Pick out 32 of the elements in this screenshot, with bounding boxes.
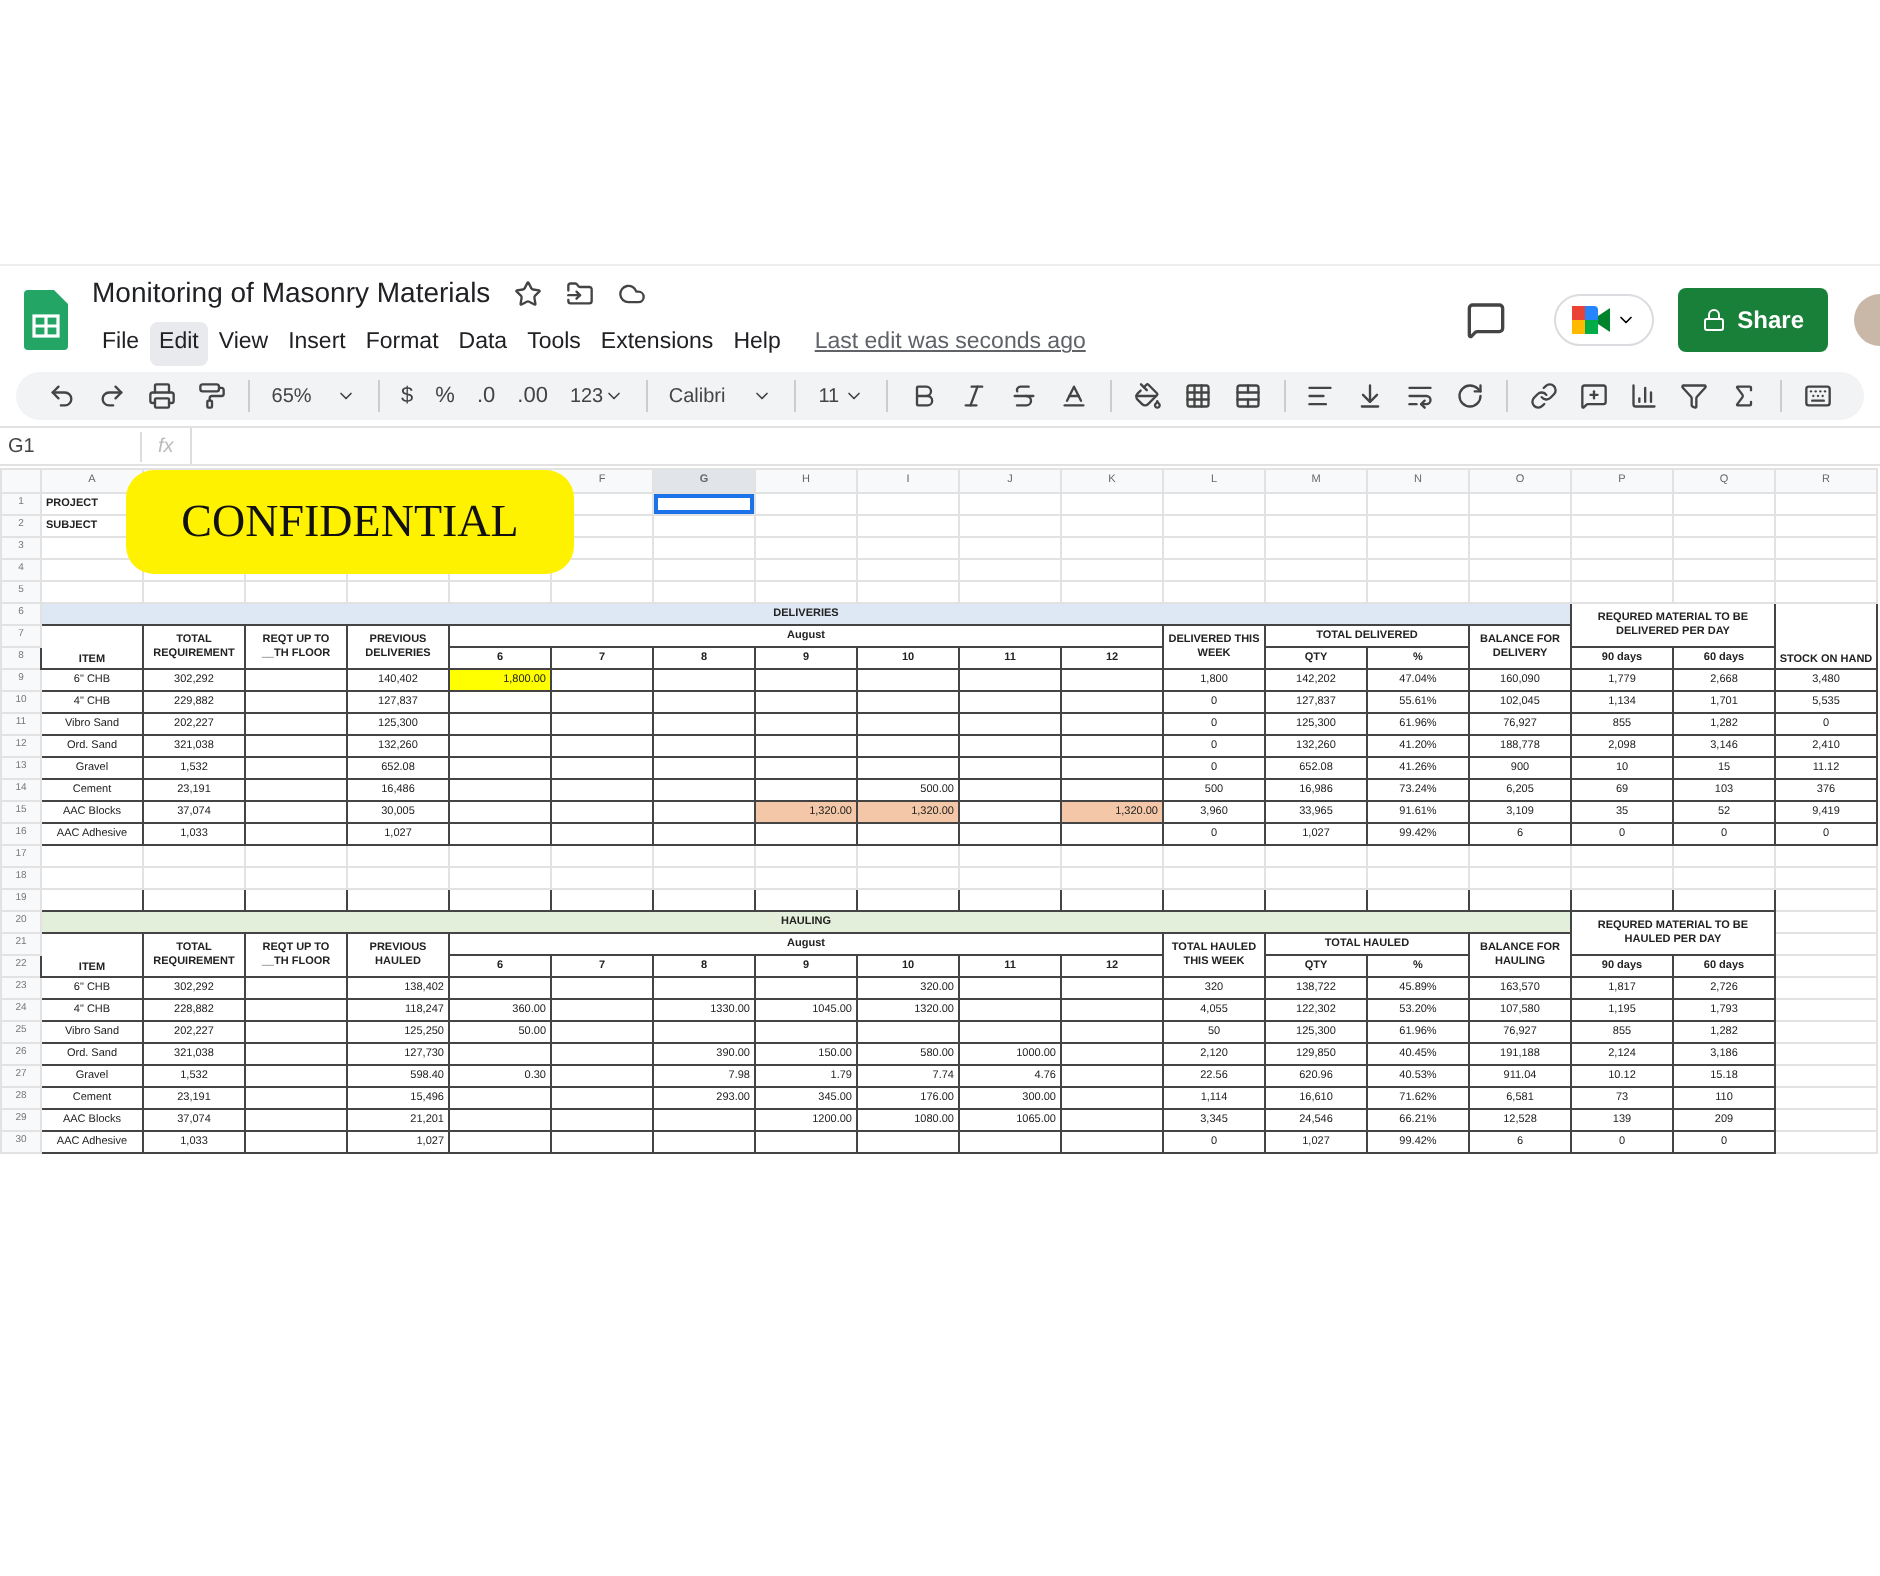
document-title[interactable]: Monitoring of Masonry Materials <box>92 272 491 315</box>
move-icon[interactable] <box>566 279 595 308</box>
formula-label: fx <box>140 431 190 461</box>
font-dropdown[interactable]: Calibri <box>660 381 781 411</box>
decrease-decimal-button[interactable]: .0 <box>468 379 504 413</box>
menu-item[interactable]: Edit <box>149 322 209 366</box>
number-format-dropdown[interactable]: 123 <box>561 381 632 411</box>
menu-item[interactable]: Insert <box>278 322 356 366</box>
comments-icon[interactable] <box>1465 299 1506 339</box>
zoom-dropdown[interactable]: 65% <box>263 381 364 411</box>
menu-item[interactable]: Tools <box>517 322 591 366</box>
video-camera-icon <box>1571 303 1612 335</box>
menu-item[interactable]: File <box>92 322 150 366</box>
percent-button[interactable]: % <box>427 379 463 413</box>
menu-item[interactable]: Data <box>448 322 518 366</box>
confidential-label: CONFIDENTIAL <box>126 470 574 574</box>
spreadsheet-logo[interactable] <box>24 289 68 349</box>
menu-item[interactable]: Help <box>723 322 791 366</box>
lock-icon <box>1701 307 1726 331</box>
name-box[interactable]: G1 <box>0 431 140 461</box>
currency-button[interactable]: $ <box>393 379 422 413</box>
star-icon[interactable] <box>514 279 543 308</box>
last-edit-link[interactable]: Last edit was seconds ago <box>814 326 1086 362</box>
increase-decimal-button[interactable]: .00 <box>509 379 556 413</box>
menu-item[interactable]: Extensions <box>590 322 724 366</box>
selected-cell[interactable] <box>654 494 754 514</box>
menu-item[interactable]: View <box>208 322 279 366</box>
font-size-dropdown[interactable]: 11 <box>810 381 873 411</box>
meet-button[interactable] <box>1553 293 1654 345</box>
cloud-icon[interactable] <box>618 279 647 308</box>
share-button[interactable]: Share <box>1677 287 1828 351</box>
menu-item[interactable]: Format <box>355 322 449 366</box>
